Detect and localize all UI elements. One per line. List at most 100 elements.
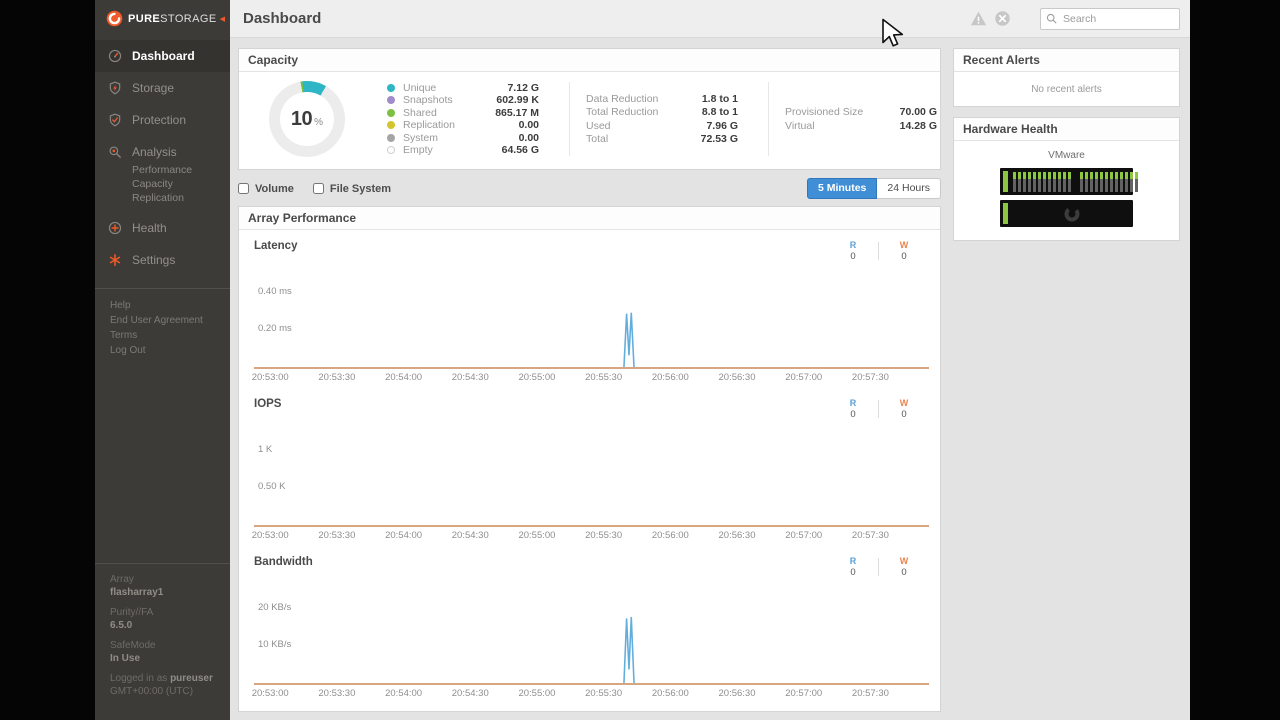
x-axis-label: 20:56:30 <box>719 372 756 383</box>
sidebar-subnav-analysis: PerformanceCapacityReplication <box>95 163 230 212</box>
volume-checkbox[interactable]: Volume <box>238 183 294 195</box>
volume-checkbox-label: Volume <box>255 183 294 195</box>
iops-plot-area: 1 K0.50 K <box>254 425 929 527</box>
x-axis-label: 20:54:00 <box>385 530 422 541</box>
drive-slot <box>1043 172 1046 192</box>
drive-slot <box>1100 172 1103 192</box>
status-led-bar <box>1003 171 1008 192</box>
sidebar: PURESTORAGE ◀ DashboardStorageProtection… <box>95 0 230 720</box>
controller-shelf-front <box>1000 168 1133 195</box>
pure-bezel-logo-icon <box>1063 205 1081 223</box>
stat-label: Used <box>586 120 706 132</box>
drive-slot <box>1048 172 1051 192</box>
legend-name: Shared <box>403 107 495 119</box>
capacity-stats-left: Data Reduction1.8 to 1Total Reduction8.8… <box>586 92 738 146</box>
x-axis-label: 20:56:00 <box>652 372 689 383</box>
hardware-health-title: Hardware Health <box>954 118 1179 141</box>
controller-shelf-rear <box>1000 200 1133 227</box>
search-box[interactable] <box>1040 8 1180 30</box>
sidebar-item-label: Storage <box>132 81 174 95</box>
time-range-toggle: 5 Minutes24 Hours <box>807 178 941 199</box>
sidebar-collapse-icon[interactable]: ◀ <box>220 15 225 23</box>
footer-value: flasharray1 <box>110 587 222 600</box>
sidebar-item-label: Health <box>132 221 167 235</box>
recent-alerts-empty: No recent alerts <box>954 72 1179 106</box>
array-performance-title: Array Performance <box>239 207 940 230</box>
latency-chart-title: Latency <box>254 240 297 252</box>
sidebar-item-label: Dashboard <box>132 49 195 63</box>
file-system-checkbox-input[interactable] <box>313 183 324 194</box>
bandwidth-chart: Bandwidth R0 W0 20 KB/s10 KB/s 20:53:002… <box>239 551 940 709</box>
hardware-health-panel: Hardware Health VMware <box>953 117 1180 241</box>
sidebar-link-help[interactable]: Help <box>95 298 230 313</box>
legend-row-shared: Shared865.17 M <box>387 107 539 119</box>
sidebar-subitem-performance[interactable]: Performance <box>132 163 230 177</box>
x-axis-label: 20:55:00 <box>518 372 555 383</box>
content: Capacity 10% Unique7.12 GSnapshots602.99… <box>230 38 1190 720</box>
capacity-stats-right: Provisioned Size70.00 GVirtual14.28 G <box>785 106 937 133</box>
drive-slot <box>1135 172 1138 192</box>
stat-row-virtual: Virtual14.28 G <box>785 119 937 133</box>
sidebar-item-protection[interactable]: Protection <box>95 104 230 136</box>
drive-slot <box>1115 172 1118 192</box>
legend-swatch <box>387 96 395 104</box>
screen: PURESTORAGE ◀ DashboardStorageProtection… <box>0 0 1280 720</box>
magnifier-icon <box>108 145 122 159</box>
capacity-percent: 10% <box>269 81 345 157</box>
footer-value: 6.5.0 <box>110 620 222 633</box>
sidebar-item-health[interactable]: Health <box>95 212 230 244</box>
sidebar-item-settings[interactable]: Settings <box>95 244 230 276</box>
stat-label: Data Reduction <box>586 93 702 105</box>
footer-label: Array <box>110 574 222 587</box>
alert-warning-icon[interactable] <box>970 10 987 27</box>
sidebar-subitem-replication[interactable]: Replication <box>132 191 230 205</box>
iops-x-axis: 20:53:0020:53:3020:54:0020:54:3020:55:00… <box>254 530 929 544</box>
x-axis-label: 20:57:00 <box>785 372 822 383</box>
drive-slot <box>1023 172 1026 192</box>
divider <box>768 82 769 156</box>
drive-slot <box>1063 172 1066 192</box>
x-axis-label: 20:53:00 <box>252 372 289 383</box>
latency-chart: Latency R0 W0 0.40 ms0.20 ms 20:53:0020:… <box>239 235 940 393</box>
sidebar-item-dashboard[interactable]: Dashboard <box>95 40 230 72</box>
main-area: Dashboard <box>230 0 1190 720</box>
capacity-panel-title: Capacity <box>239 49 940 72</box>
sidebar-footer: Arrayflasharray1Purity//FA6.5.0SafeModeI… <box>95 563 230 720</box>
sidebar-divider <box>95 288 230 289</box>
x-axis-label: 20:55:30 <box>585 530 622 541</box>
x-axis-label: 20:53:00 <box>252 688 289 699</box>
legend-name: Snapshots <box>403 94 496 106</box>
drive-slot <box>1028 172 1031 192</box>
sidebar-link-log-out[interactable]: Log Out <box>95 343 230 358</box>
bandwidth-rw-legend: R0 W0 <box>828 556 929 578</box>
y-axis-label: 10 KB/s <box>258 639 291 650</box>
drive-slot <box>1068 172 1071 192</box>
x-axis-label: 20:55:30 <box>585 372 622 383</box>
sidebar-item-storage[interactable]: Storage <box>95 72 230 104</box>
app-window: PURESTORAGE ◀ DashboardStorageProtection… <box>95 0 1190 720</box>
x-axis-label: 20:56:30 <box>719 530 756 541</box>
latency-plot-area: 0.40 ms0.20 ms <box>254 267 929 369</box>
volume-checkbox-input[interactable] <box>238 183 249 194</box>
drive-slot <box>1038 172 1041 192</box>
y-axis-label: 1 K <box>258 444 272 455</box>
legend-value: 64.56 G <box>502 144 539 156</box>
drive-slot <box>1110 172 1113 192</box>
array-chassis-graphic[interactable] <box>1000 168 1133 227</box>
sidebar-subitem-capacity[interactable]: Capacity <box>132 177 230 191</box>
close-session-icon[interactable] <box>994 10 1011 27</box>
login-info: Logged in as pureuser GMT+00:00 (UTC) <box>110 673 222 698</box>
stat-label: Total Reduction <box>586 106 702 118</box>
x-axis-label: 20:55:30 <box>585 688 622 699</box>
sidebar-link-terms[interactable]: Terms <box>95 328 230 343</box>
search-input[interactable] <box>1061 12 1174 26</box>
file-system-checkbox[interactable]: File System <box>313 183 391 195</box>
drive-slot <box>1125 172 1128 192</box>
sidebar-nav: DashboardStorageProtectionAnalysisPerfor… <box>95 40 230 276</box>
iops-rw-legend: R0 W0 <box>828 398 929 420</box>
y-axis-label: 0.20 ms <box>258 323 292 334</box>
range-button-5-minutes[interactable]: 5 Minutes <box>807 178 877 199</box>
range-button-24-hours[interactable]: 24 Hours <box>877 178 941 199</box>
iops-chart-title: IOPS <box>254 398 281 410</box>
sidebar-link-end-user-agreement[interactable]: End User Agreement <box>95 313 230 328</box>
